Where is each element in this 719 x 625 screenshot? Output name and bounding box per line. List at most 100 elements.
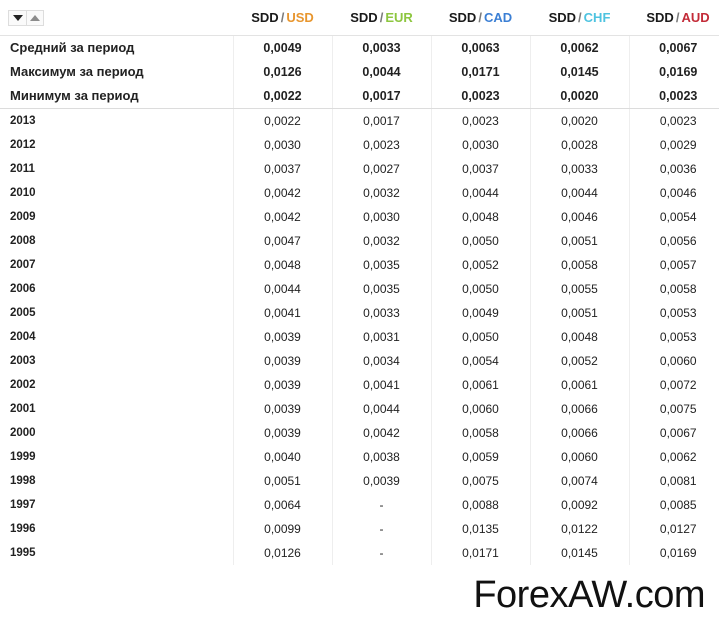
rate-cell: 0,0042	[331, 420, 431, 445]
rate-cell: 0,0135	[430, 516, 530, 541]
rate-cell: 0,0074	[529, 468, 629, 493]
rate-cell: 0,0017	[331, 83, 431, 109]
rate-cell: 0,0145	[529, 59, 629, 84]
rate-cell: 0,0039	[232, 324, 332, 349]
rate-cell: 0,0044	[430, 180, 530, 205]
column-header-sdd-eur[interactable]: SDD / EUR	[332, 0, 431, 36]
rate-cell: 0,0033	[331, 300, 431, 325]
rate-cell: 0,0055	[529, 276, 629, 301]
rate-cell: 0,0039	[232, 372, 332, 397]
row-label: 2005	[10, 306, 36, 319]
rate-cell: 0,0023	[628, 108, 719, 133]
column-base-currency: SDD	[350, 9, 378, 25]
rate-cell: 0,0042	[232, 180, 332, 205]
rate-cell: 0,0062	[628, 444, 719, 469]
rate-cell: 0,0085	[628, 492, 719, 517]
rate-cell: 0,0032	[331, 180, 431, 205]
row-label: 1999	[10, 450, 36, 463]
rate-cell: 0,0075	[628, 396, 719, 421]
table-row: 1996 0,0099-0,0135 0,0122 0,0127	[0, 516, 719, 541]
column-base-currency: SDD	[251, 9, 279, 25]
rate-cell: 0,0058	[529, 252, 629, 277]
header-row: SDD / USD SDD / EUR SDD / CAD SDD / CHF SDD / AUD	[0, 0, 719, 36]
table-row: 1997 0,0064-0,0088 0,0092 0,0085	[0, 492, 719, 517]
rate-cell: 0,0038	[331, 444, 431, 469]
rate-cell: 0,0028	[529, 132, 629, 157]
column-separator: /	[675, 9, 680, 25]
rate-cell: 0,0037	[430, 156, 530, 181]
rate-cell: 0,0075	[430, 468, 530, 493]
table-row: 2003 0,0039 0,0034 0,0054 0,0052 0,0060	[0, 348, 719, 373]
table-row: 2010 0,0042 0,0032 0,0044 0,0044 0,0046	[0, 180, 719, 205]
chevron-down-icon	[12, 14, 23, 21]
table-header: SDD / USD SDD / EUR SDD / CAD SDD / CHF SDD / AUD	[0, 0, 719, 36]
rate-cell: 0,0048	[529, 324, 629, 349]
rate-cell: 0,0062	[529, 35, 629, 60]
row-label: 2006	[10, 282, 36, 295]
rate-cell: 0,0023	[430, 83, 530, 109]
rate-cell: 0,0041	[232, 300, 332, 325]
sort-ascending-button[interactable]	[26, 10, 43, 25]
rate-cell: 0,0049	[430, 300, 530, 325]
row-label: 1996	[10, 522, 36, 535]
rate-cell: 0,0030	[430, 132, 530, 157]
rate-cell: 0,0039	[331, 468, 431, 493]
site-watermark: ForexAW.com	[473, 574, 705, 616]
rate-cell: 0,0047	[232, 228, 332, 253]
table-row: 2011 0,0037 0,0027 0,0037 0,0033 0,0036	[0, 156, 719, 181]
rate-cell: 0,0058	[430, 420, 530, 445]
rate-cell: 0,0022	[232, 108, 332, 133]
rate-cell: 0,0044	[331, 59, 431, 84]
rate-cell: 0,0171	[430, 59, 530, 84]
row-label: 1997	[10, 498, 36, 511]
rate-cell: 0,0042	[232, 204, 332, 229]
rate-cell: 0,0039	[232, 348, 332, 373]
column-separator: /	[578, 9, 582, 25]
rate-cell: 0,0088	[430, 492, 530, 517]
row-label: 1995	[10, 546, 36, 559]
rate-cell: 0,0066	[529, 396, 629, 421]
rate-cell: 0,0053	[628, 300, 719, 325]
rate-cell: 0,0039	[232, 420, 332, 445]
rate-cell: 0,0145	[529, 540, 629, 565]
rate-cell: 0,0048	[430, 204, 530, 229]
column-header-sdd-chf[interactable]: SDD / CHF	[530, 0, 629, 36]
rate-cell: 0,0046	[529, 204, 629, 229]
column-quote-currency: CAD	[483, 9, 513, 25]
row-label: Минимум за период	[0, 83, 233, 109]
rate-cell: 0,0023	[628, 83, 719, 109]
rate-cell: 0,0030	[232, 132, 332, 157]
currency-rates-page: SDD / USD SDD / EUR SDD / CAD SDD / CHF SDD / AUD …	[0, 0, 719, 625]
rate-cell: 0,0169	[628, 540, 719, 565]
column-separator: /	[379, 9, 384, 25]
rate-cell: 0,0051	[529, 228, 629, 253]
sort-descending-button[interactable]	[9, 10, 26, 25]
rate-cell: 0,0022	[232, 83, 332, 109]
exchange-rates-table: SDD / USD SDD / EUR SDD / CAD SDD / CHF SDD / AUD …	[0, 0, 719, 565]
rate-cell: 0,0044	[232, 276, 332, 301]
table-row: 2001 0,0039 0,0044 0,0060 0,0066 0,0075	[0, 396, 719, 421]
column-quote-currency: AUD	[681, 9, 710, 25]
rate-cell: 0,0035	[331, 276, 431, 301]
column-base-currency: SDD	[448, 9, 477, 25]
table-row: 2009 0,0042 0,0030 0,0048 0,0046 0,0054	[0, 204, 719, 229]
rate-cell: 0,0099	[232, 516, 332, 541]
rate-cell: 0,0060	[430, 396, 530, 421]
row-label: 2003	[10, 354, 36, 367]
column-base-currency: SDD	[548, 9, 577, 25]
table-row: 2013 0,0022 0,0017 0,0023 0,0020 0,0023	[0, 108, 719, 133]
rate-cell: 0,0067	[628, 35, 719, 60]
rate-cell: 0,0050	[430, 276, 530, 301]
column-header-sdd-cad[interactable]: SDD / CAD	[431, 0, 530, 36]
column-header-sdd-aud[interactable]: SDD / AUD	[629, 0, 719, 36]
chevron-up-icon	[30, 14, 40, 21]
summary-row: Минимум за период 0,0022 0,0017 0,0023 0,002…	[0, 83, 719, 109]
rate-cell: 0,0058	[628, 276, 719, 301]
rate-cell: 0,0054	[628, 204, 719, 229]
column-header-sdd-usd[interactable]: SDD / USD	[233, 0, 332, 36]
rate-cell: 0,0034	[331, 348, 431, 373]
rate-cell: 0,0053	[628, 324, 719, 349]
rate-cell: 0,0044	[529, 180, 629, 205]
row-label: 2004	[10, 330, 36, 343]
column-separator: /	[280, 9, 285, 25]
